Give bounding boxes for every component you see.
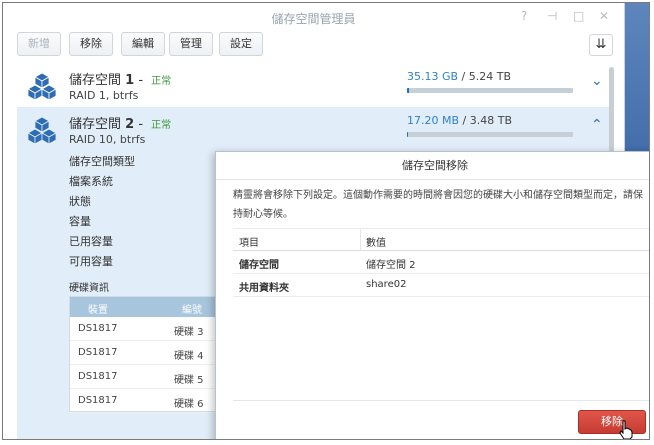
detail-label-capacity: 容量 [69,215,91,228]
window-title: 儲存空間管理員 [271,12,356,26]
column-header-item: 項目 [239,238,259,249]
status-badge: 正常 [151,76,172,87]
manage-button[interactable]: 管理 [169,32,213,56]
detail-label-type: 儲存空間類型 [69,155,135,168]
remove-toolbar-button[interactable]: 移除 [69,32,113,56]
column-header-id: 編號 [182,305,202,316]
detail-label-used: 已用容量 [69,235,113,248]
pool-raid-type: RAID 1, btrfs [69,89,139,102]
storage-pool-icon [27,116,57,145]
sort-icon[interactable]: ⇊ [589,34,613,56]
table-row: 共用資料夾 share02 [233,274,649,297]
summary-grid: 項目 數值 儲存空間 儲存空間 2 共用資料夾 share02 [233,228,649,297]
remove-button[interactable]: 移除 [578,410,646,434]
pool-name: 儲存空間 1 - 正常 [69,73,172,88]
settings-button[interactable]: 設定 [219,32,263,56]
hand-cursor-icon [619,420,633,439]
dialog-title: 儲存空間移除 [216,152,649,180]
storage-pool-icon [27,72,57,101]
disk-info-title: 硬碟資訊 [69,283,109,294]
remove-pool-dialog: 儲存空間移除 精靈將會移除下列設定。這個動作需要的時間將會因您的硬碟大小和儲存空… [215,151,649,439]
detail-label-available: 可用容量 [69,255,113,268]
pool-usage: 35.13 GB / 5.24 TB [407,70,512,83]
grid-header: 項目 數值 [233,228,649,251]
pin-icon[interactable]: ⊣ [547,9,557,23]
table-row[interactable]: DS1817 硬碟 5 [70,365,228,389]
table-row[interactable]: DS1817 硬碟 4 [70,341,228,365]
screenshot-frame: 儲存空間管理員 ? ⊣ □ ✕ 新增 移除 編輯 管理 設定 ⇊ 儲存空間 1 … [2,2,650,440]
pool-raid-type: RAID 10, btrfs [69,133,146,146]
title-bar: 儲存空間管理員 ? ⊣ □ ✕ [3,3,624,31]
maximize-icon[interactable]: □ [573,9,584,23]
close-icon[interactable]: ✕ [599,9,609,23]
table-row: 儲存空間 儲存空間 2 [233,251,649,274]
table-row[interactable]: DS1817 硬碟 6 [70,389,228,413]
pool-usage: 17.20 MB / 3.48 TB [407,114,512,127]
disk-table-header: 裝置 編號 [70,297,228,317]
pool-name: 儲存空間 2 - 正常 [69,117,172,132]
status-badge: 正常 [151,120,172,131]
usage-bar [407,88,573,93]
chevron-down-icon[interactable]: ⌄ [591,73,603,89]
storage-pool-item-2[interactable]: 儲存空間 2 - 正常 RAID 10, btrfs 17.20 MB / 3.… [17,107,613,151]
toolbar: 新增 移除 編輯 管理 設定 ⇊ [3,31,624,61]
detail-label-status: 狀態 [69,195,91,208]
create-button[interactable]: 新增 [17,32,61,56]
chevron-up-icon[interactable]: ⌃ [591,117,603,133]
help-icon[interactable]: ? [521,9,527,23]
column-header-value: 數值 [366,238,386,249]
usage-bar [407,132,573,137]
detail-label-filesystem: 檔案系統 [69,175,113,188]
table-row[interactable]: DS1817 硬碟 3 [70,317,228,341]
column-header-device: 裝置 [88,305,108,316]
divider [233,400,649,401]
storage-pool-item-1[interactable]: 儲存空間 1 - 正常 RAID 1, btrfs 35.13 GB / 5.2… [17,63,613,107]
disk-table: 裝置 編號 DS1817 硬碟 3 DS1817 硬碟 4 DS1817 硬碟 5 D… [69,296,229,413]
dialog-message: 精靈將會移除下列設定。這個動作需要的時間將會因您的硬碟大小和儲存空間類型而定，請… [233,190,643,220]
edit-button[interactable]: 編輯 [121,32,165,56]
